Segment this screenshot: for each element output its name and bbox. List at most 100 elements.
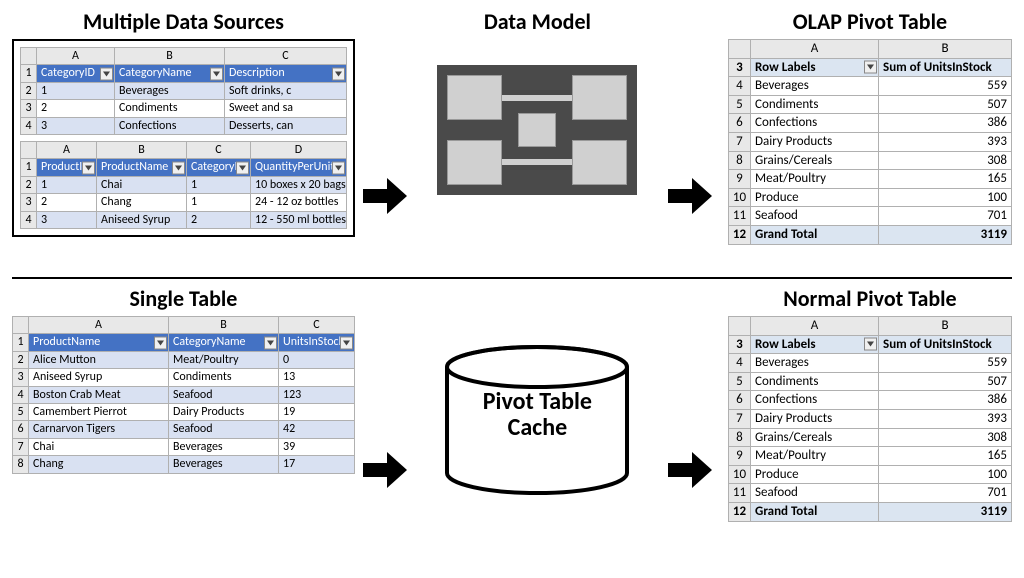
table-row: 5Camembert PierrotDairy Products19 (13, 403, 355, 420)
pivot-header-row: 3 Row Labels Sum of UnitsInStock (728, 335, 1011, 354)
header-cell[interactable]: ProductName (29, 334, 169, 351)
col-letter: B (169, 317, 279, 334)
col-letter: A (37, 48, 115, 65)
filter-dropdown-icon[interactable] (264, 336, 277, 349)
cell: 17 (279, 456, 355, 473)
table-row: 2 1 Chai 1 10 boxes x 20 bags (21, 176, 347, 193)
pivot-row: 6Confections386 (728, 391, 1011, 410)
table-row: 6Carnarvon TigersSeafood42 (13, 421, 355, 438)
table-row: 4 3 Aniseed Syrup 2 12 - 550 ml bottles (21, 211, 347, 228)
filter-dropdown-icon[interactable] (864, 61, 877, 74)
pivot-value: 165 (879, 170, 1012, 189)
grand-total-row: 12 Grand Total 3119 (728, 225, 1011, 244)
filter-dropdown-icon[interactable] (332, 67, 345, 80)
header-cell[interactable]: CategoryID (37, 65, 115, 82)
col-letter: A (37, 141, 97, 158)
header-cell[interactable]: CategoryName (169, 334, 279, 351)
cell: Chang (97, 194, 187, 211)
pivot-value: 386 (879, 114, 1012, 133)
col-letter: C (279, 317, 355, 334)
cell: 123 (279, 386, 355, 403)
table-row: 7ChaiBeverages39 (13, 438, 355, 455)
multiple-data-sources-column: Multiple Data Sources A B C 1 CategoryID… (12, 8, 355, 237)
arrow-icon (668, 452, 712, 488)
corner-cell (21, 48, 37, 65)
cell: 13 (279, 369, 355, 386)
pivot-value: 393 (879, 132, 1012, 151)
categories-table: A B C 1 CategoryID CategoryName Descript… (20, 47, 347, 135)
header-cell[interactable]: ProductName (97, 159, 187, 176)
filter-dropdown-icon[interactable] (172, 161, 185, 174)
value-header: Sum of UnitsInStock (879, 335, 1012, 354)
header-cell[interactable]: CategoryID (187, 159, 251, 176)
col-letter: B (879, 317, 1012, 336)
header-cell[interactable]: CategoryName (115, 65, 225, 82)
filter-dropdown-icon[interactable] (864, 338, 877, 351)
header-cell[interactable]: UnitsInStock (279, 334, 355, 351)
pivot-row: 5Condiments507 (728, 372, 1011, 391)
cell: Condiments (115, 100, 225, 117)
row-number: 4 (21, 117, 37, 134)
row-labels-header[interactable]: Row Labels (751, 58, 879, 77)
pivot-label: Meat/Poultry (751, 170, 879, 189)
filter-dropdown-icon[interactable] (100, 67, 113, 80)
pivot-value: 559 (879, 77, 1012, 96)
pivot-value: 393 (879, 409, 1012, 428)
table-row: 3Aniseed SyrupCondiments13 (13, 369, 355, 386)
pivot-row: 4Beverages559 (728, 77, 1011, 96)
olap-pivot-title: OLAP Pivot Table (793, 8, 947, 35)
filter-dropdown-icon[interactable] (332, 161, 345, 174)
pivot-label: Meat/Poultry (751, 447, 879, 466)
header-row: 1 CategoryID CategoryName Description (21, 65, 347, 82)
row-number: 2 (21, 82, 37, 99)
cell: Boston Crab Meat (29, 386, 169, 403)
pivot-value: 701 (879, 484, 1012, 503)
single-source-table: A B C 1 ProductName CategoryName UnitsIn… (12, 316, 355, 474)
table-row: 2 1 Beverages Soft drinks, c (21, 82, 347, 99)
pivot-row: 10Produce100 (728, 188, 1011, 207)
row-number: 3 (21, 100, 37, 117)
source-tables-frame: A B C 1 CategoryID CategoryName Descript… (12, 39, 355, 237)
pivot-row: 5Condiments507 (728, 95, 1011, 114)
filter-dropdown-icon[interactable] (154, 336, 167, 349)
pivot-label: Dairy Products (751, 409, 879, 428)
pivot-row: 11Seafood701 (728, 484, 1011, 503)
pivot-value: 100 (879, 188, 1012, 207)
single-table-title: Single Table (130, 285, 238, 312)
header-cell[interactable]: Description (225, 65, 347, 82)
col-letter: C (187, 141, 251, 158)
cell: Confections (115, 117, 225, 134)
header-cell[interactable]: ProductID (37, 159, 97, 176)
cell: 2 (37, 194, 97, 211)
col-letter: A (751, 317, 879, 336)
cell: Seafood (169, 421, 279, 438)
col-letter: B (879, 40, 1012, 59)
pivot-row: 9Meat/Poultry165 (728, 170, 1011, 189)
filter-dropdown-icon[interactable] (340, 336, 353, 349)
pivot-label: Beverages (751, 354, 879, 373)
cell: 42 (279, 421, 355, 438)
cell: Chai (97, 176, 187, 193)
table-row: 2Alice MuttonMeat/Poultry0 (13, 351, 355, 368)
pivot-cache-column: Pivot Table Cache (415, 285, 660, 495)
row-number: 1 (21, 65, 37, 82)
arrow-icon (363, 452, 407, 488)
cell: Beverages (169, 438, 279, 455)
pivot-label: Grains/Cereals (751, 428, 879, 447)
arrow-icon (363, 178, 407, 214)
grand-total-label: Grand Total (751, 225, 879, 244)
header-row: 1 ProductID ProductName CategoryID Quant… (21, 159, 347, 176)
row-labels-header[interactable]: Row Labels (751, 335, 879, 354)
pivot-row: 7Dairy Products393 (728, 132, 1011, 151)
header-cell[interactable]: QuantityPerUnit (251, 159, 347, 176)
table-row: 3 2 Condiments Sweet and sa (21, 100, 347, 117)
pivot-label: Grains/Cereals (751, 151, 879, 170)
table-row: 4 3 Confections Desserts, can (21, 117, 347, 134)
data-model-column: Data Model (415, 8, 660, 195)
cell: Beverages (169, 456, 279, 473)
filter-dropdown-icon[interactable] (210, 67, 223, 80)
filter-dropdown-icon[interactable] (236, 161, 249, 174)
pivot-label: Confections (751, 114, 879, 133)
filter-dropdown-icon[interactable] (82, 161, 95, 174)
cell: 12 - 550 ml bottles (251, 211, 347, 228)
